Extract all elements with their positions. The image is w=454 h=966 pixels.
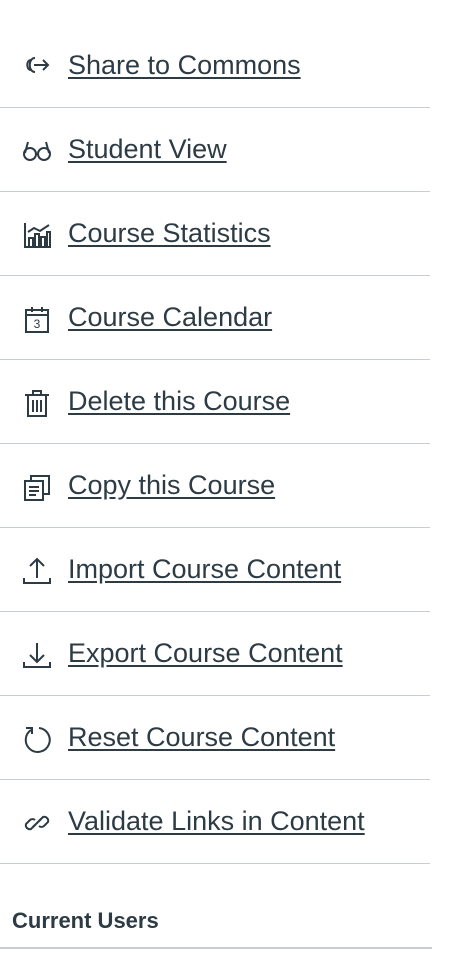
- svg-text:3: 3: [34, 317, 41, 331]
- stats-icon: [22, 220, 52, 250]
- import-course-content-item: Import Course Content: [0, 528, 430, 612]
- download-icon: [22, 640, 52, 670]
- copy-course-item: Copy this Course: [0, 444, 430, 528]
- validate-links-link[interactable]: Validate Links in Content: [68, 806, 365, 836]
- course-statistics-item: Course Statistics: [0, 192, 430, 276]
- current-users-divider: [0, 947, 432, 949]
- course-calendar-link[interactable]: Course Calendar: [68, 302, 272, 332]
- copy-course-link[interactable]: Copy this Course: [68, 470, 275, 500]
- import-course-content-link[interactable]: Import Course Content: [68, 554, 341, 584]
- delete-course-item: Delete this Course: [0, 360, 430, 444]
- copy-icon: [22, 472, 52, 502]
- course-statistics-link[interactable]: Course Statistics: [68, 218, 271, 248]
- link-icon: [22, 808, 52, 838]
- share-to-commons-link[interactable]: Share to Commons: [68, 50, 301, 80]
- glasses-icon: [22, 136, 52, 166]
- delete-course-link[interactable]: Delete this Course: [68, 386, 290, 416]
- student-view-link[interactable]: Student View: [68, 134, 227, 164]
- export-course-content-link[interactable]: Export Course Content: [68, 638, 343, 668]
- course-calendar-item: 3 Course Calendar: [0, 276, 430, 360]
- trash-icon: [22, 388, 52, 418]
- reset-course-content-link[interactable]: Reset Course Content: [68, 722, 335, 752]
- reset-course-content-item: Reset Course Content: [0, 696, 430, 780]
- student-view-item: Student View: [0, 108, 430, 192]
- current-users-heading: Current Users: [12, 908, 159, 933]
- upload-icon: [22, 556, 52, 586]
- reset-icon: [22, 724, 52, 754]
- validate-links-item: Validate Links in Content: [0, 780, 430, 864]
- calendar-icon: 3: [22, 304, 52, 334]
- share-to-commons-item: Share to Commons: [0, 24, 430, 108]
- export-course-content-item: Export Course Content: [0, 612, 430, 696]
- share-icon: [22, 50, 52, 80]
